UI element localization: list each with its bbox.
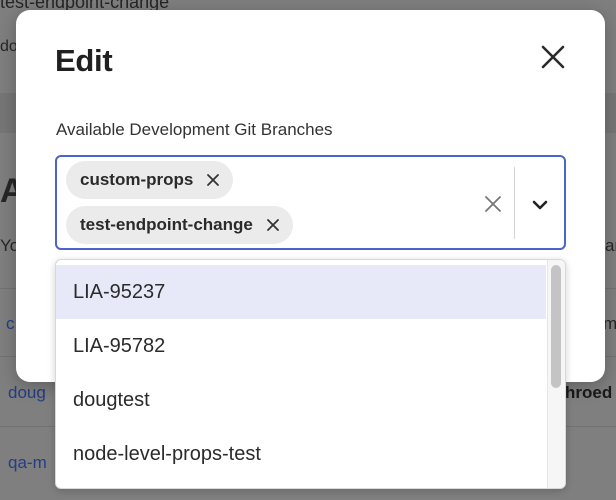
bg-link-3: qa-m xyxy=(8,453,47,472)
remove-chip-icon[interactable] xyxy=(203,170,223,190)
branch-options-menu: LIA-95237 LIA-95782 dougtest node-level-… xyxy=(55,259,566,489)
close-icon[interactable] xyxy=(537,41,569,73)
modal-title: Edit xyxy=(55,43,113,78)
selected-chip: custom-props xyxy=(66,161,234,199)
chevron-down-icon[interactable] xyxy=(527,193,553,217)
menu-option[interactable]: LIA-95782 xyxy=(56,319,546,373)
bg-link-1: c xyxy=(6,314,15,333)
bg-link-2: doug xyxy=(8,383,46,402)
remove-chip-icon[interactable] xyxy=(263,215,283,235)
bg-right-text: ar xyxy=(605,236,616,255)
menu-scrollbar-thumb[interactable] xyxy=(551,265,561,388)
bg-right-bold: hroed xyxy=(565,383,613,402)
clear-all-icon[interactable] xyxy=(482,193,504,215)
menu-option[interactable]: node-level-props-test xyxy=(56,427,546,481)
chip-label: custom-props xyxy=(80,170,194,189)
branches-multiselect[interactable]: custom-props test-endpoint-change xyxy=(55,155,566,250)
menu-option[interactable]: dougtest xyxy=(56,373,546,427)
field-label: Available Development Git Branches xyxy=(56,120,333,139)
select-divider xyxy=(514,167,515,239)
selected-chip: test-endpoint-change xyxy=(66,206,293,244)
menu-option[interactable]: LIA-95237 xyxy=(56,265,546,319)
chip-label: test-endpoint-change xyxy=(80,215,253,234)
